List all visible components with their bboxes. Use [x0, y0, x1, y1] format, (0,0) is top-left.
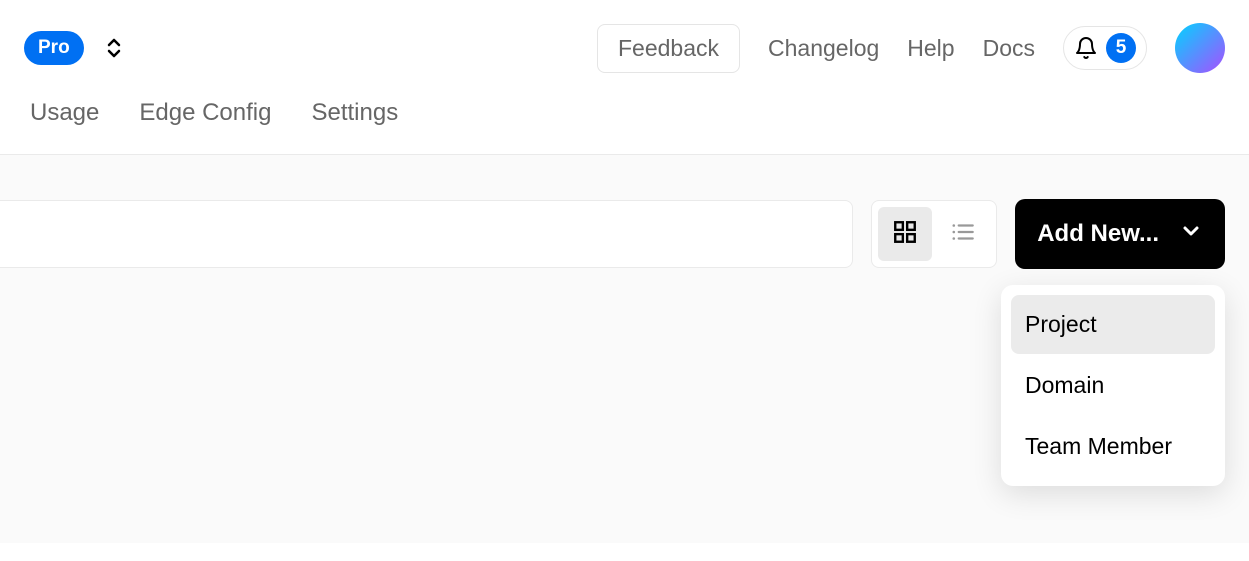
add-new-button[interactable]: Add New... — [1015, 199, 1225, 269]
dropdown-item-team-member[interactable]: Team Member — [1011, 417, 1215, 476]
scope-switcher-icon[interactable] — [102, 33, 126, 63]
pro-badge[interactable]: Pro — [24, 31, 84, 65]
list-view-button[interactable] — [936, 207, 990, 261]
add-new-dropdown: Project Domain Team Member — [1001, 285, 1225, 486]
dropdown-item-project[interactable]: Project — [1011, 295, 1215, 354]
nav-docs[interactable]: Docs — [983, 35, 1035, 62]
notifications-button[interactable]: 5 — [1063, 26, 1147, 70]
bell-icon — [1074, 36, 1098, 60]
tab-usage[interactable]: Usage — [30, 99, 99, 127]
tab-edge-config[interactable]: Edge Config — [139, 99, 271, 127]
notification-count-badge: 5 — [1106, 33, 1136, 63]
tab-settings[interactable]: Settings — [311, 99, 398, 127]
add-new-label: Add New... — [1037, 220, 1159, 248]
nav-changelog[interactable]: Changelog — [768, 35, 879, 62]
nav-help[interactable]: Help — [907, 35, 954, 62]
view-toggle — [871, 200, 997, 268]
grid-icon — [892, 219, 918, 250]
search-input[interactable] — [0, 200, 853, 268]
chevron-down-icon — [1179, 219, 1203, 250]
avatar[interactable] — [1175, 23, 1225, 73]
list-icon — [950, 219, 976, 250]
dropdown-item-domain[interactable]: Domain — [1011, 356, 1215, 415]
feedback-button[interactable]: Feedback — [597, 24, 740, 73]
grid-view-button[interactable] — [878, 207, 932, 261]
